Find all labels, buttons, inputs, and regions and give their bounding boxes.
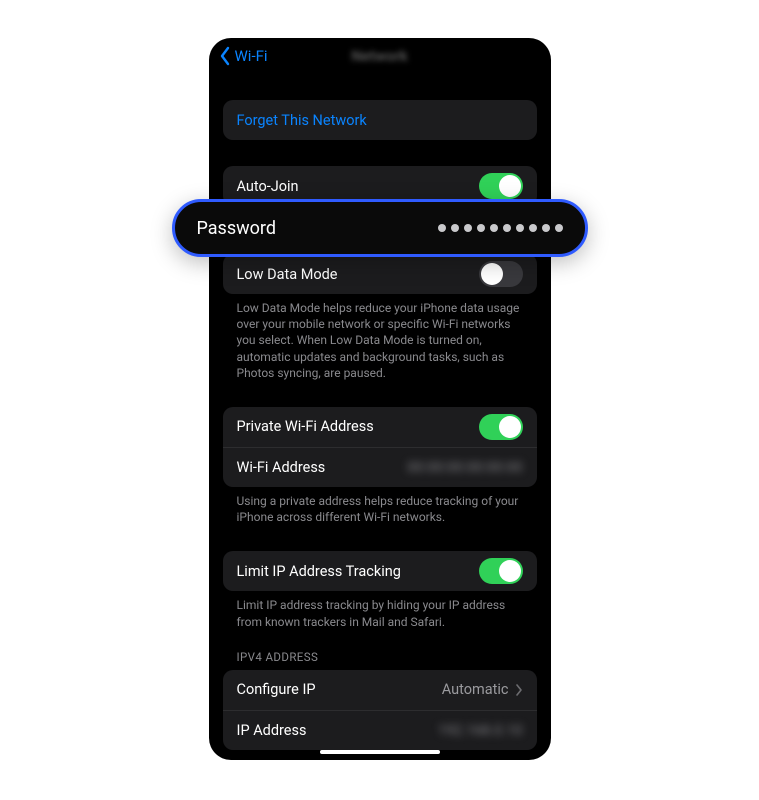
low-data-footer: Low Data Mode helps reduce your iPhone d… [223, 294, 537, 381]
configure-ip-value: Automatic [442, 681, 509, 698]
row-ip-address: IP Address 192.168.0.10 [223, 710, 537, 750]
password-mask [438, 224, 563, 232]
private-address-footer: Using a private address helps reduce tra… [223, 487, 537, 525]
private-wifi-label: Private Wi-Fi Address [237, 418, 374, 435]
limit-ip-label: Limit IP Address Tracking [237, 563, 401, 580]
group-ipv4: Configure IP Automatic IP Address 192.16… [223, 670, 537, 750]
chevron-left-icon [217, 46, 233, 66]
settings-content: Forget This Network Auto-Join Low Data M… [209, 100, 551, 750]
ipv4-section-header: IPV4 ADDRESS [223, 630, 537, 668]
row-configure-ip[interactable]: Configure IP Automatic [223, 670, 537, 710]
auto-join-toggle[interactable] [479, 173, 523, 199]
wifi-address-value: 00:00:00:00:00:00 [407, 459, 522, 476]
password-label: Password [197, 218, 277, 239]
low-data-label: Low Data Mode [237, 266, 338, 283]
nav-title-blurred: Network [351, 47, 408, 65]
row-wifi-address: Wi-Fi Address 00:00:00:00:00:00 [223, 447, 537, 487]
ip-address-value: 192.168.0.10 [438, 722, 523, 739]
group-private-address: Private Wi-Fi Address Wi-Fi Address 00:0… [223, 407, 537, 487]
forget-network-button[interactable]: Forget This Network [223, 100, 537, 140]
private-wifi-toggle[interactable] [479, 414, 523, 440]
forget-network-label: Forget This Network [237, 112, 367, 129]
back-button[interactable]: Wi-Fi [217, 46, 268, 66]
group-forget: Forget This Network [223, 100, 537, 140]
group-low-data: Low Data Mode [223, 254, 537, 294]
phone-frame: Wi-Fi Network Forget This Network Auto-J… [209, 38, 551, 760]
group-limit-ip: Limit IP Address Tracking [223, 551, 537, 591]
limit-ip-footer: Limit IP address tracking by hiding your… [223, 591, 537, 629]
configure-ip-value-wrap: Automatic [442, 681, 523, 698]
wifi-address-label: Wi-Fi Address [237, 459, 326, 476]
chevron-right-icon [515, 684, 523, 696]
low-data-toggle[interactable] [479, 261, 523, 287]
home-indicator[interactable] [320, 750, 440, 754]
row-low-data: Low Data Mode [223, 254, 537, 294]
ip-address-label: IP Address [237, 722, 307, 739]
configure-ip-label: Configure IP [237, 681, 316, 698]
nav-bar: Wi-Fi Network [209, 38, 551, 74]
back-label: Wi-Fi [235, 47, 268, 65]
password-row-highlight[interactable]: Password [172, 199, 588, 257]
row-limit-ip-tracking: Limit IP Address Tracking [223, 551, 537, 591]
limit-ip-toggle[interactable] [479, 558, 523, 584]
auto-join-label: Auto-Join [237, 178, 299, 195]
row-private-wifi-address: Private Wi-Fi Address [223, 407, 537, 447]
